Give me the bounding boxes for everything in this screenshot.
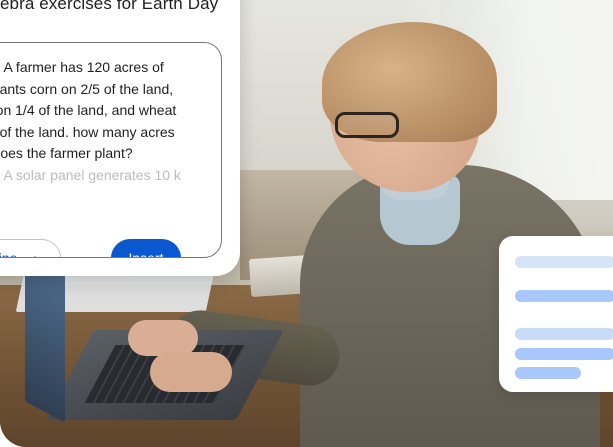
doc-line	[515, 328, 613, 340]
insert-label: Insert	[128, 250, 164, 258]
document-preview-card	[499, 236, 613, 392]
draft-line: e 1: A farmer has 120 acres of	[0, 59, 164, 75]
hero-illustration: ebra exercises for Earth Day e 1: A farm…	[0, 0, 613, 447]
draft-line: e plants corn on 2/5 of the land,	[0, 80, 174, 97]
draft-line: est of the land. how many acres	[0, 123, 175, 140]
draft-text: e 1: A farmer has 120 acres of e plants …	[0, 57, 217, 186]
draft-line: at does the farmer plant?	[0, 145, 133, 161]
doc-line	[515, 348, 613, 360]
caret-up-icon	[31, 255, 40, 257]
draft-line: e 2: A solar panel generates 10 k	[0, 166, 181, 183]
help-me-write-content: ebra exercises for Earth Day e 1: A farm…	[0, 0, 240, 276]
photo-person-glasses	[335, 112, 399, 138]
photo-laptop-screen	[25, 251, 65, 423]
doc-line	[515, 256, 613, 268]
refine-button[interactable]: Refine	[0, 239, 61, 258]
draft-line: ns on 1/4 of the land, and wheat	[0, 102, 177, 118]
draft-output: e 1: A farmer has 120 acres of e plants …	[0, 42, 222, 258]
prompt-title: ebra exercises for Earth Day	[0, 0, 219, 13]
doc-line	[515, 367, 581, 379]
doc-line	[515, 290, 613, 302]
photo-person-hand-right	[150, 352, 232, 392]
refine-label: Refine	[0, 250, 18, 258]
help-me-write-card: ebra exercises for Earth Day e 1: A farm…	[0, 0, 240, 276]
insert-button[interactable]: Insert	[111, 239, 181, 258]
photo-person-hand-left	[128, 320, 198, 356]
